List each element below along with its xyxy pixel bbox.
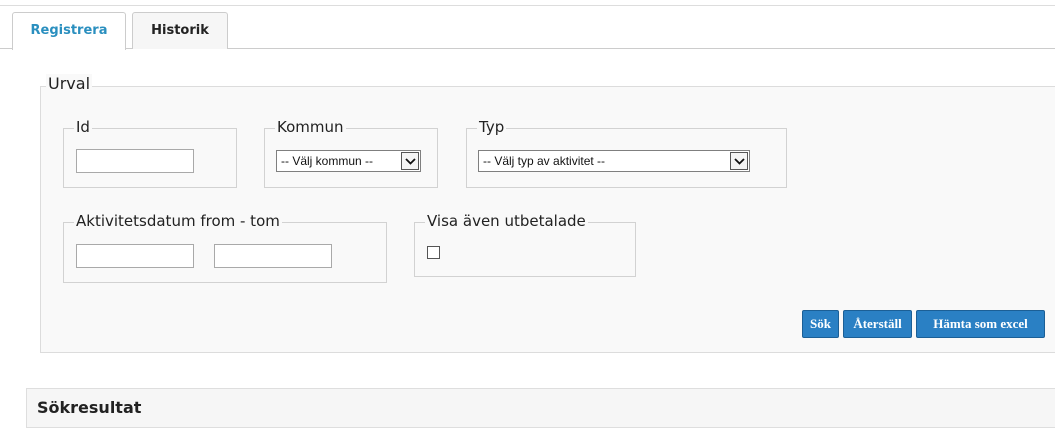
chevron-down-icon [401, 152, 419, 170]
hamta-excel-button[interactable]: Hämta som excel [916, 310, 1045, 338]
kommun-select[interactable]: -- Välj kommun -- [276, 150, 421, 172]
typ-selected-value: -- Välj typ av aktivitet -- [483, 154, 606, 168]
tab-historik[interactable]: Historik [132, 12, 228, 49]
tab-registrera[interactable]: Registrera [12, 12, 126, 50]
kommun-selected-value: -- Välj kommun -- [281, 154, 374, 168]
results-section: Sökresultat [26, 388, 1055, 428]
datum-legend: Aktivitetsdatum from - tom [74, 212, 282, 230]
utbetalade-legend: Visa även utbetalade [425, 212, 588, 230]
id-legend: Id [74, 118, 92, 136]
kommun-legend: Kommun [275, 118, 346, 136]
utbetalade-checkbox[interactable] [427, 246, 440, 259]
id-input[interactable] [76, 149, 194, 173]
sok-button[interactable]: Sök [802, 310, 839, 338]
typ-legend: Typ [477, 118, 507, 136]
chevron-down-icon [730, 152, 748, 170]
utbetalade-fieldset [414, 222, 636, 277]
date-tom-input[interactable] [214, 244, 332, 268]
urval-legend: Urval [46, 74, 93, 94]
results-title: Sökresultat [37, 398, 142, 417]
aterstall-button[interactable]: Återställ [843, 310, 912, 338]
typ-select[interactable]: -- Välj typ av aktivitet -- [478, 150, 750, 172]
date-from-input[interactable] [76, 244, 194, 268]
top-divider [0, 5, 1055, 6]
